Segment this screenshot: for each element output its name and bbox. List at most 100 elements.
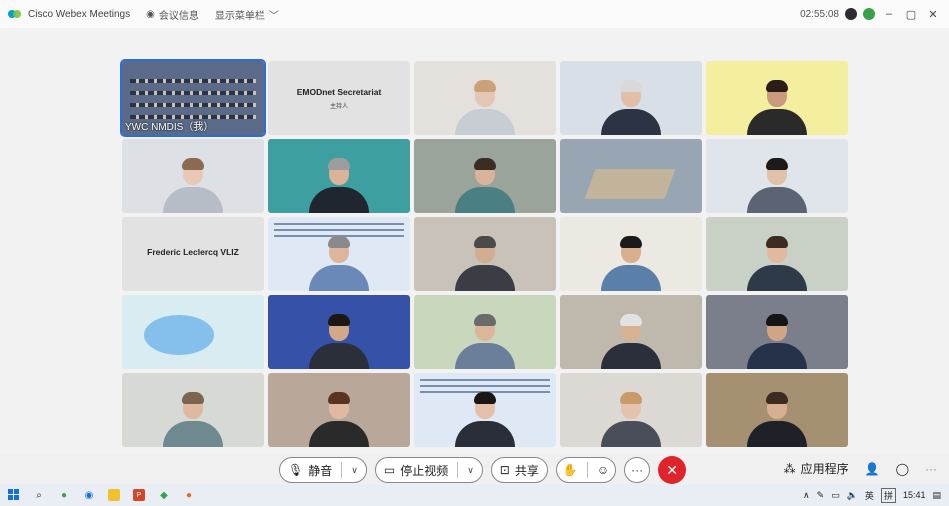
participant-video bbox=[309, 155, 369, 213]
participant-video bbox=[747, 77, 807, 135]
apps-button[interactable]: ⁂ 应用程序 bbox=[784, 460, 849, 477]
participant-tile[interactable] bbox=[268, 295, 410, 369]
participant-video bbox=[163, 155, 223, 213]
participant-tile[interactable] bbox=[414, 373, 556, 447]
share-label: 共享 bbox=[514, 463, 539, 478]
stop-video-button[interactable]: ▭ 停止视频 ∨ bbox=[374, 457, 483, 483]
windows-start-icon[interactable] bbox=[8, 489, 20, 501]
clock[interactable]: 15:41 bbox=[903, 490, 926, 500]
chevron-up-icon[interactable]: ∧ bbox=[803, 490, 810, 501]
participant-name: Frederic Leclercq VLIZ bbox=[147, 247, 239, 257]
participant-tile[interactable] bbox=[268, 139, 410, 213]
participant-video bbox=[747, 233, 807, 291]
participant-tile[interactable]: YWC NMDIS（我） bbox=[120, 59, 266, 137]
participant-tile[interactable] bbox=[414, 295, 556, 369]
participant-tile[interactable] bbox=[706, 139, 848, 213]
participant-tile[interactable] bbox=[706, 217, 848, 291]
participant-video bbox=[601, 311, 661, 369]
participant-tile[interactable] bbox=[414, 139, 556, 213]
participant-tile[interactable] bbox=[560, 295, 702, 369]
participant-tile[interactable] bbox=[706, 295, 848, 369]
mute-button[interactable]: 🎙 静音 ∨ bbox=[279, 457, 367, 483]
windows-taskbar: ⌕ ● ◉ P ◆ ● ∧ ✎ ▭ 🔈 英 拼 15:41 ▤ bbox=[0, 484, 949, 506]
share-screen-icon: ⊡ bbox=[499, 463, 510, 477]
app-name: Cisco Webex Meetings bbox=[28, 8, 131, 20]
participant-video bbox=[601, 389, 661, 447]
participant-tile[interactable] bbox=[122, 139, 264, 213]
participant-tile[interactable] bbox=[560, 217, 702, 291]
powerpoint-icon[interactable]: P bbox=[133, 489, 145, 501]
participant-tile[interactable] bbox=[560, 139, 702, 213]
participant-video bbox=[309, 389, 369, 447]
video-scene bbox=[420, 385, 550, 387]
meeting-info-button[interactable]: ◉ 会议信息 bbox=[146, 7, 199, 22]
pen-icon[interactable]: ✎ bbox=[817, 490, 825, 501]
close-window-icon[interactable]: ✕ bbox=[925, 8, 941, 21]
participant-video bbox=[309, 233, 369, 291]
participant-tile[interactable] bbox=[268, 373, 410, 447]
video-scene bbox=[274, 229, 404, 231]
app-taskbar-icon[interactable]: ◆ bbox=[158, 489, 170, 501]
chat-icon[interactable]: ◯ bbox=[896, 462, 909, 476]
title-bar: Cisco Webex Meetings ◉ 会议信息 显示菜单栏 ﹀ 02:5… bbox=[0, 0, 949, 28]
video-scene bbox=[420, 379, 550, 381]
show-menu-label: 显示菜单栏 bbox=[214, 10, 265, 22]
participant-tile[interactable]: Frederic Leclercq VLIZ bbox=[122, 217, 264, 291]
reactions-group: ✋ ☺ bbox=[555, 457, 617, 483]
raise-hand-icon[interactable]: ✋ bbox=[563, 463, 578, 477]
participant-tile[interactable] bbox=[560, 373, 702, 447]
stop-video-label: 停止视频 bbox=[400, 463, 449, 478]
participant-video bbox=[601, 233, 661, 291]
battery-icon[interactable]: ▭ bbox=[831, 490, 840, 501]
participant-grid: YWC NMDIS（我） EMODnet Secretariat 主持人 Freder… bbox=[120, 59, 848, 449]
apps-grid-icon: ⁂ bbox=[783, 461, 796, 476]
participant-video bbox=[309, 311, 369, 369]
chevron-down-icon[interactable]: ∨ bbox=[467, 465, 474, 476]
apps-label: 应用程序 bbox=[800, 462, 849, 476]
notification-center-icon[interactable]: ▤ bbox=[932, 490, 941, 501]
search-icon[interactable]: ⌕ bbox=[33, 489, 45, 501]
webex-taskbar-icon[interactable]: ● bbox=[58, 489, 70, 501]
browser-taskbar-icon[interactable]: ◉ bbox=[83, 489, 95, 501]
participant-video bbox=[455, 155, 515, 213]
participant-tile[interactable] bbox=[122, 373, 264, 447]
participant-video bbox=[747, 389, 807, 447]
participant-tile[interactable] bbox=[414, 217, 556, 291]
volume-icon[interactable]: 🔈 bbox=[847, 490, 858, 501]
end-meeting-button[interactable]: ✕ bbox=[658, 456, 687, 484]
video-scene bbox=[274, 223, 404, 225]
restore-window-icon[interactable]: ▢ bbox=[903, 8, 919, 21]
notification-icon[interactable] bbox=[845, 8, 857, 20]
participant-tile[interactable] bbox=[706, 61, 848, 135]
file-explorer-icon[interactable] bbox=[108, 489, 120, 501]
camera-icon: ▭ bbox=[383, 463, 396, 477]
participants-icon[interactable]: 👤 bbox=[865, 462, 880, 476]
participant-video bbox=[455, 77, 515, 135]
video-scene bbox=[144, 315, 214, 355]
more-panel-icon[interactable]: ··· bbox=[925, 462, 937, 476]
minimize-icon[interactable]: – bbox=[881, 8, 897, 20]
participant-tile[interactable] bbox=[560, 61, 702, 135]
participant-video bbox=[455, 389, 515, 447]
meeting-controls: 🎙 静音 ∨ ▭ 停止视频 ∨ ⊡ 共享 ✋ ☺ ··· ✕ ⁂ 应用程序 👤 … bbox=[0, 454, 949, 484]
emoji-icon[interactable]: ☺ bbox=[597, 463, 609, 477]
participant-tile[interactable] bbox=[414, 61, 556, 135]
ime-language[interactable]: 英 bbox=[865, 489, 874, 502]
info-icon: ◉ bbox=[146, 8, 155, 20]
mute-label: 静音 bbox=[308, 463, 333, 478]
ime-mode[interactable]: 拼 bbox=[880, 487, 896, 503]
close-icon: ✕ bbox=[666, 461, 678, 478]
user-avatar-icon[interactable] bbox=[863, 8, 875, 20]
participant-tile[interactable] bbox=[706, 373, 848, 447]
chevron-down-icon[interactable]: ∨ bbox=[351, 465, 358, 476]
participant-tile[interactable]: EMODnet Secretariat 主持人 bbox=[268, 61, 410, 135]
participant-tile[interactable] bbox=[268, 217, 410, 291]
share-button[interactable]: ⊡ 共享 bbox=[490, 457, 548, 483]
participant-video bbox=[455, 233, 515, 291]
participant-video bbox=[747, 311, 807, 369]
show-menu-bar-button[interactable]: 显示菜单栏 ﹀ bbox=[215, 7, 279, 22]
participant-video bbox=[747, 155, 807, 213]
participant-tile[interactable] bbox=[122, 295, 264, 369]
app-taskbar-icon-2[interactable]: ● bbox=[183, 489, 195, 501]
more-options-button[interactable]: ··· bbox=[624, 457, 651, 483]
